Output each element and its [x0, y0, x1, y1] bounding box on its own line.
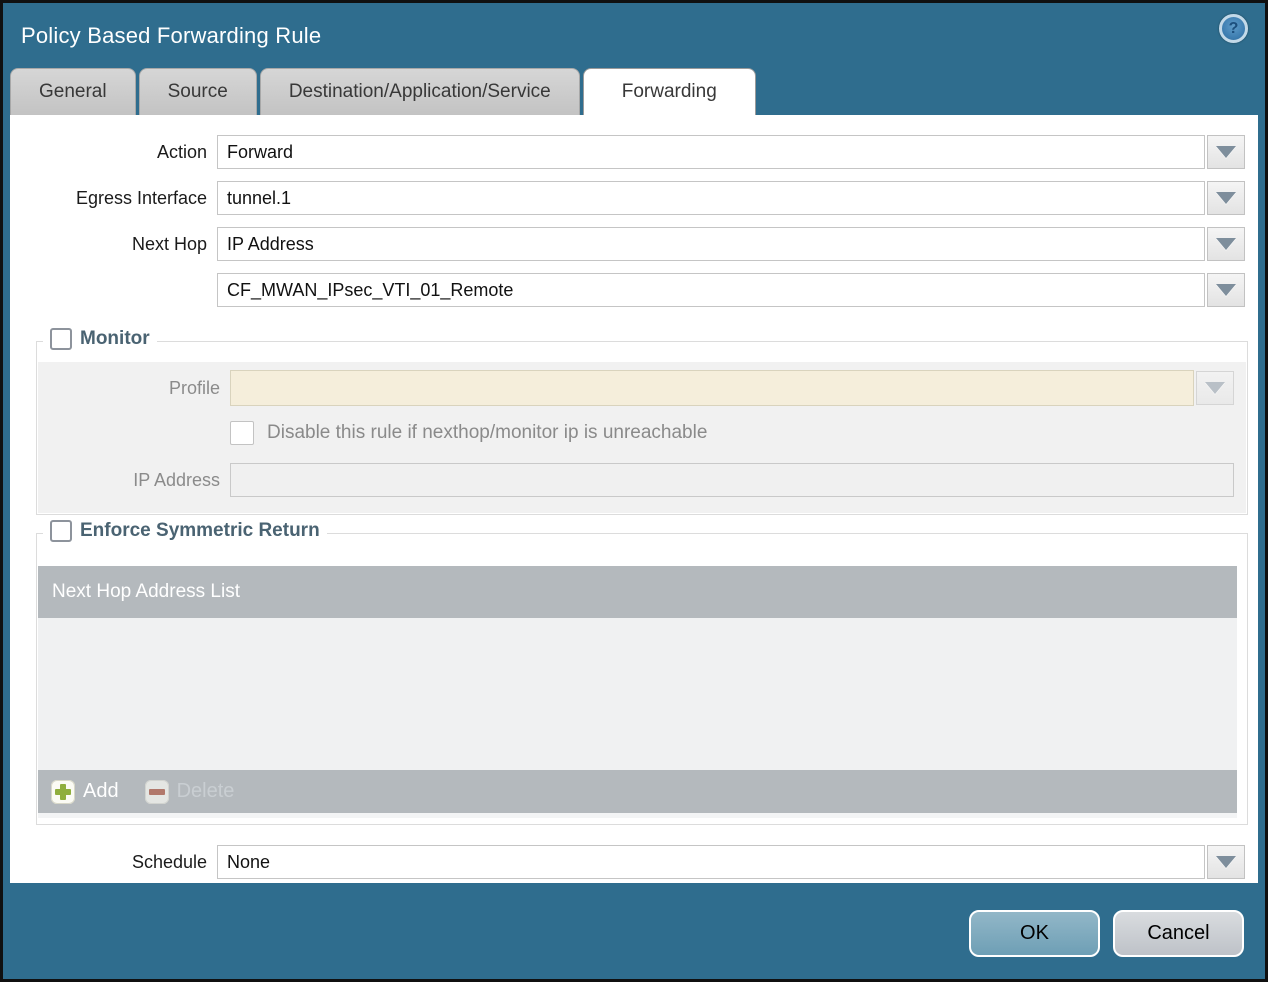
dialog-title: Policy Based Forwarding Rule [21, 22, 322, 48]
add-button-label: Add [83, 780, 119, 802]
help-glyph: ? [1228, 19, 1239, 37]
next-hop-row: Next Hop [10, 227, 1245, 261]
symmetric-return-fieldset: Enforce Symmetric Return Next Hop Addres… [36, 520, 1248, 825]
table-bottom-strip [38, 813, 1237, 818]
monitor-fieldset: Monitor Profile Disable this rule if nex… [36, 328, 1248, 515]
next-hop-address-dropdown-button[interactable] [1207, 273, 1245, 307]
monitor-legend: Monitor [43, 328, 157, 350]
disable-rule-checkbox [230, 421, 254, 445]
egress-interface-label: Egress Interface [75, 187, 207, 208]
table-header: Next Hop Address List [38, 566, 1237, 618]
cancel-button[interactable]: Cancel [1113, 910, 1244, 957]
profile-label: Profile [168, 377, 220, 398]
tab-general-label: General [39, 81, 107, 102]
monitor-legend-text: Monitor [80, 328, 150, 349]
chevron-down-icon [1216, 284, 1236, 296]
monitor-ip-address-label: IP Address [133, 469, 220, 490]
next-hop-label: Next Hop [131, 233, 207, 254]
next-hop-address-list-table: Next Hop Address List Add Delete [38, 566, 1237, 813]
delete-button: Delete [144, 779, 235, 804]
symmetric-return-legend: Enforce Symmetric Return [43, 520, 327, 542]
schedule-input[interactable] [217, 845, 1205, 879]
egress-interface-combobox [217, 181, 1245, 215]
next-hop-type-input[interactable] [217, 227, 1205, 261]
schedule-dropdown-button[interactable] [1207, 845, 1245, 879]
chevron-down-icon [1205, 382, 1225, 394]
next-hop-type-dropdown-button[interactable] [1207, 227, 1245, 261]
chevron-down-icon [1216, 856, 1236, 868]
action-dropdown-button[interactable] [1207, 135, 1245, 169]
next-hop-address-combobox [217, 273, 1245, 307]
table-header-label: Next Hop Address List [52, 581, 240, 602]
disable-rule-row: Disable this rule if nexthop/monitor ip … [230, 421, 1246, 445]
monitor-panel: Profile Disable this rule if nexthop/mon… [38, 362, 1246, 513]
tab-forwarding[interactable]: Forwarding [582, 68, 756, 115]
dialog-footer: OK Cancel [3, 883, 1265, 979]
action-combobox [217, 135, 1245, 169]
monitor-ip-address-input [230, 463, 1234, 497]
action-input[interactable] [217, 135, 1205, 169]
profile-field-disabled [230, 370, 1194, 406]
ok-button[interactable]: OK [969, 910, 1100, 957]
monitor-checkbox[interactable] [50, 328, 72, 350]
chevron-down-icon [1216, 238, 1236, 250]
next-hop-address-row [10, 273, 1245, 307]
symmetric-return-legend-text: Enforce Symmetric Return [80, 520, 320, 541]
cancel-button-label: Cancel [1147, 922, 1210, 944]
action-row: Action [10, 135, 1245, 169]
action-label: Action [156, 141, 207, 162]
schedule-label: Schedule [131, 851, 207, 872]
disable-rule-label: Disable this rule if nexthop/monitor ip … [267, 422, 708, 443]
next-hop-type-combobox [217, 227, 1245, 261]
tab-source-label: Source [167, 81, 228, 102]
tab-bar: General Source Destination/Application/S… [3, 68, 1265, 115]
egress-interface-dropdown-button[interactable] [1207, 181, 1245, 215]
tab-destination-application-service[interactable]: Destination/Application/Service [259, 68, 580, 115]
egress-interface-input[interactable] [217, 181, 1205, 215]
add-button[interactable]: Add [51, 779, 119, 804]
tab-forwarding-label: Forwarding [621, 81, 717, 102]
forwarding-tab-panel: Action Egress Interface Next Hop [10, 115, 1258, 883]
tab-source[interactable]: Source [138, 68, 257, 115]
table-toolbar: Add Delete [38, 770, 1237, 813]
next-hop-address-input[interactable] [217, 273, 1205, 307]
profile-dropdown-button-disabled [1196, 371, 1234, 405]
chevron-down-icon [1216, 192, 1236, 204]
egress-interface-row: Egress Interface [10, 181, 1245, 215]
schedule-combobox [217, 845, 1245, 879]
minus-icon [144, 779, 169, 804]
monitor-ip-address-row: IP Address [38, 463, 1246, 497]
enforce-symmetric-return-checkbox[interactable] [50, 520, 72, 542]
ok-button-label: OK [1020, 922, 1049, 944]
delete-button-label: Delete [176, 780, 235, 802]
plus-icon [51, 779, 75, 804]
dialog-titlebar: Policy Based Forwarding Rule ? [3, 3, 1265, 68]
tab-general[interactable]: General [10, 68, 136, 115]
monitor-profile-row: Profile [38, 370, 1246, 406]
table-body-empty[interactable] [38, 618, 1237, 770]
tab-destination-label: Destination/Application/Service [288, 81, 551, 102]
policy-based-forwarding-dialog: Policy Based Forwarding Rule ? General S… [3, 3, 1265, 979]
chevron-down-icon [1216, 146, 1236, 158]
schedule-row: Schedule [10, 845, 1245, 879]
help-icon[interactable]: ? [1219, 14, 1248, 43]
